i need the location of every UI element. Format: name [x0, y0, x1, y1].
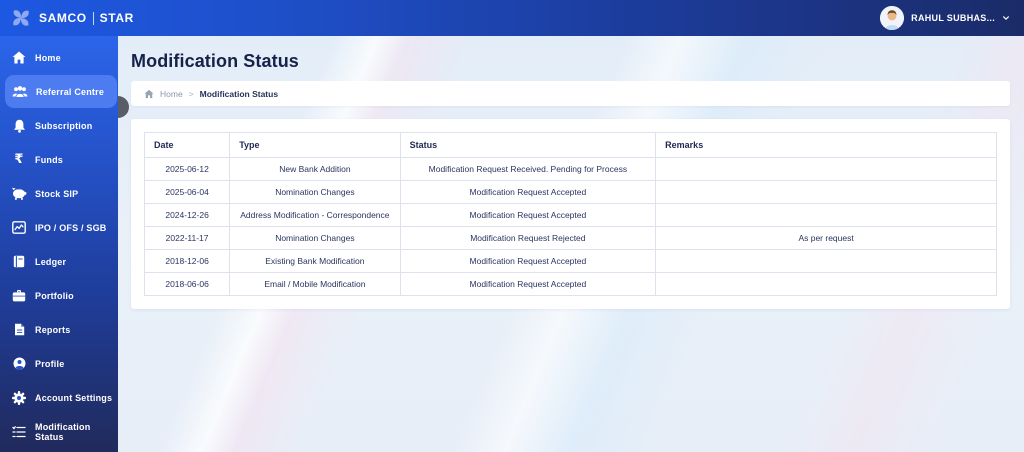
samco-pinwheel-icon [13, 10, 29, 26]
home-icon [11, 51, 27, 65]
sidebar-item-label: Profile [35, 358, 65, 369]
sidebar-item-funds[interactable]: ₹ Funds [0, 143, 118, 176]
brand-primary: SAMCO [39, 11, 87, 25]
column-header-remarks: Remarks [655, 132, 997, 158]
table-cell [655, 180, 997, 204]
sidebar-item-ipo-ofs-sgb[interactable]: IPO / OFS / SGB [0, 211, 118, 244]
brand-secondary: STAR [99, 11, 134, 25]
sidebar-item-home[interactable]: Home [0, 41, 118, 74]
column-header-date: Date [143, 132, 231, 158]
sidebar-item-label: Modification Status [35, 421, 91, 442]
table-cell: New Bank Addition [229, 157, 401, 181]
table-cell: Modification Request Accepted [399, 203, 657, 227]
profile-icon [11, 357, 27, 371]
sidebar-item-subscription[interactable]: Subscription [0, 109, 118, 142]
sidebar-item-modification-status[interactable]: Modification Status [0, 415, 118, 448]
sidebar-item-reports[interactable]: Reports [0, 313, 118, 346]
column-header-type: Type [229, 132, 401, 158]
sidebar-item-label: Stock SIP [35, 188, 79, 199]
main-content: Modification Status Home > Modification … [118, 36, 1024, 452]
table-cell: Modification Request Accepted [399, 180, 657, 204]
table-cell: Nomination Changes [229, 180, 401, 204]
sidebar-item-label: Reports [35, 324, 71, 335]
table-cell: 2025-06-04 [143, 180, 231, 204]
table-row: 2022-11-17 Nomination Changes Modification… [143, 226, 997, 250]
table-row: 2025-06-12 New Bank Addition Modification … [143, 157, 997, 181]
table-row: 2018-12-06 Existing Bank Modification Modi… [143, 249, 997, 273]
column-header-status: Status [399, 132, 657, 158]
table-row: 2025-06-04 Nomination Changes Modification… [143, 180, 997, 204]
sidebar-item-account-settings[interactable]: Account Settings [0, 381, 118, 414]
table-cell: 2022-11-17 [143, 226, 231, 250]
sidebar-item-label: Subscription [35, 120, 93, 131]
sidebar-item-ledger[interactable]: Ledger [0, 245, 118, 278]
table-cell: 2025-06-12 [143, 157, 231, 181]
breadcrumb-current: Modification Status [199, 88, 279, 99]
referral-centre-icon [12, 85, 28, 99]
table-cell: Email / Mobile Modification [229, 272, 401, 296]
table-row: 2018-06-06 Email / Mobile Modification Mod… [143, 272, 997, 296]
sidebar-item-label: Funds [35, 154, 63, 165]
table-body: 2025-06-12 New Bank Addition Modification … [143, 157, 997, 296]
table-cell: Address Modification - Correspondence [229, 203, 401, 227]
page-title: Modification Status [131, 51, 299, 71]
table-cell: Existing Bank Modification [229, 249, 401, 273]
briefcase-icon [11, 289, 27, 303]
table-row: 2024-12-26 Address Modification - Corresp… [143, 203, 997, 227]
sidebar-item-label: Home [35, 52, 61, 63]
sidebar-item-stock-sip[interactable]: Stock SIP [0, 177, 118, 210]
breadcrumb: Home > Modification Status [131, 81, 1010, 106]
table-cell [655, 157, 997, 181]
table-cell: 2018-12-06 [143, 249, 231, 273]
chevron-down-icon [1003, 16, 1009, 20]
user-name: RAHUL SUBHAS... [911, 13, 995, 23]
breadcrumb-separator: > [188, 88, 194, 99]
table-cell [655, 249, 997, 273]
sidebar-item-label: IPO / OFS / SGB [35, 222, 107, 233]
rupee-icon: ₹ [14, 152, 24, 167]
sidebar-item-referral-centre[interactable]: Referral Centre [5, 75, 117, 108]
table-cell: Modification Request Accepted [399, 249, 657, 273]
sidebar: Home Referral Centre Subscription ₹ Fund… [0, 36, 118, 452]
table-cell: Modification Request Accepted [399, 272, 657, 296]
bell-icon [11, 119, 27, 133]
report-icon [11, 323, 27, 337]
piggy-bank-icon [11, 187, 27, 201]
table-cell: As per request [655, 226, 997, 250]
gear-icon [11, 390, 27, 405]
table-cell: 2024-12-26 [143, 203, 231, 227]
breadcrumb-home-link[interactable]: Home [160, 89, 183, 99]
ledger-icon [11, 255, 27, 269]
table-cell: 2018-06-06 [143, 272, 231, 296]
chart-icon [11, 221, 27, 235]
brand-logo[interactable]: SAMCO STAR [10, 7, 134, 29]
table-cell [655, 272, 997, 296]
table-cell: Modification Request Received. Pending f… [399, 157, 657, 181]
user-menu[interactable]: RAHUL SUBHAS... [880, 6, 1010, 30]
brand-separator [92, 11, 94, 25]
table-header-row: Date Type Status Remarks [143, 132, 997, 158]
topbar: SAMCO STAR RAHUL SUBHAS... [0, 0, 1024, 36]
table-cell [655, 203, 997, 227]
modification-status-card: Date Type Status Remarks 2025-06-12 New B… [131, 119, 1010, 309]
breadcrumb-home-icon [144, 89, 154, 98]
sidebar-item-profile[interactable]: Profile [0, 347, 118, 380]
sidebar-item-label: Account Settings [35, 392, 113, 403]
table-cell: Modification Request Rejected [399, 226, 657, 250]
checklist-icon [11, 425, 27, 439]
avatar [880, 6, 905, 30]
table-cell: Nomination Changes [229, 226, 401, 250]
sidebar-item-label: Ledger [35, 256, 67, 267]
sidebar-item-portfolio[interactable]: Portfolio [0, 279, 118, 312]
sidebar-item-label: Portfolio [35, 290, 74, 301]
modification-status-table: Date Type Status Remarks 2025-06-12 New B… [143, 132, 997, 296]
sidebar-item-label: Referral Centre [36, 86, 105, 97]
